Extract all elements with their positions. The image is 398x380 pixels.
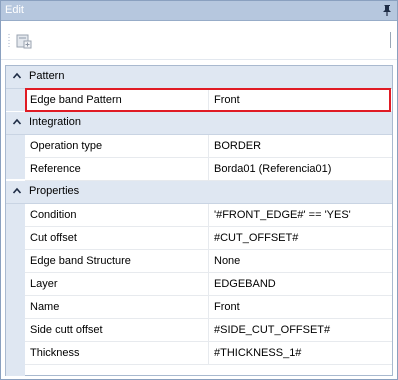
property-row-thickness[interactable]: Thickness #THICKNESS_1# [25, 342, 392, 365]
properties-icon[interactable] [15, 32, 33, 50]
pin-icon[interactable] [381, 4, 393, 16]
chevron-up-icon[interactable] [12, 186, 22, 196]
property-row-reference[interactable]: Reference Borda01 (Referencia01) [25, 158, 392, 181]
property-row-layer[interactable]: Layer EDGEBAND [25, 273, 392, 296]
property-value[interactable]: #THICKNESS_1# [214, 347, 301, 359]
category-properties[interactable]: Properties [6, 181, 392, 204]
title-bar: Edit [1, 1, 397, 21]
category-label: Pattern [29, 70, 65, 82]
property-name: Edge band Pattern [30, 94, 122, 106]
property-value[interactable]: '#FRONT_EDGE#' == 'YES' [214, 209, 351, 221]
property-name: Thickness [30, 347, 80, 359]
property-row-edge-band-structure[interactable]: Edge band Structure None [25, 250, 392, 273]
property-value[interactable]: Borda01 (Referencia01) [214, 163, 331, 175]
property-value[interactable]: #SIDE_CUT_OFFSET# [214, 324, 330, 336]
category-label: Properties [29, 185, 80, 197]
property-name: Cut offset [30, 232, 77, 244]
property-row-cut-offset[interactable]: Cut offset #CUT_OFFSET# [25, 227, 392, 250]
category-gutter [6, 133, 25, 179]
category-pattern[interactable]: Pattern [6, 66, 392, 89]
property-value[interactable]: Front [214, 301, 240, 313]
toolbar-separator [390, 32, 391, 48]
property-name: Reference [30, 163, 81, 175]
chevron-up-icon[interactable] [12, 71, 22, 81]
property-name: Side cutt offset [30, 324, 103, 336]
property-value[interactable]: Front [214, 94, 240, 106]
property-row-edge-band-pattern[interactable]: Edge band Pattern Front [25, 89, 392, 112]
property-grid: Pattern Edge band Pattern Front Integrat… [5, 65, 393, 376]
category-gutter [6, 201, 25, 376]
property-value[interactable]: EDGEBAND [214, 278, 276, 290]
property-name: Operation type [30, 140, 103, 152]
category-integration[interactable]: Integration [6, 112, 392, 135]
category-label: Integration [29, 116, 81, 128]
property-name: Name [30, 301, 60, 313]
toolbar [1, 21, 397, 60]
chevron-up-icon[interactable] [12, 117, 22, 127]
property-name: Edge band Structure [30, 255, 131, 267]
property-value[interactable]: #CUT_OFFSET# [214, 232, 298, 244]
category-gutter [6, 88, 25, 111]
property-row-condition[interactable]: Condition '#FRONT_EDGE#' == 'YES' [25, 204, 392, 227]
toolbar-grip[interactable] [8, 33, 10, 47]
property-value[interactable]: None [214, 255, 240, 267]
panel-title: Edit [5, 4, 24, 16]
edit-panel: Edit Pattern Edge band Pattern Front Int… [0, 0, 398, 380]
property-name: Layer [30, 278, 58, 290]
property-value[interactable]: BORDER [214, 140, 261, 152]
property-row-side-cutt-offset[interactable]: Side cutt offset #SIDE_CUT_OFFSET# [25, 319, 392, 342]
property-name: Condition [30, 209, 77, 221]
property-row-name[interactable]: Name Front [25, 296, 392, 319]
property-row-operation-type[interactable]: Operation type BORDER [25, 135, 392, 158]
